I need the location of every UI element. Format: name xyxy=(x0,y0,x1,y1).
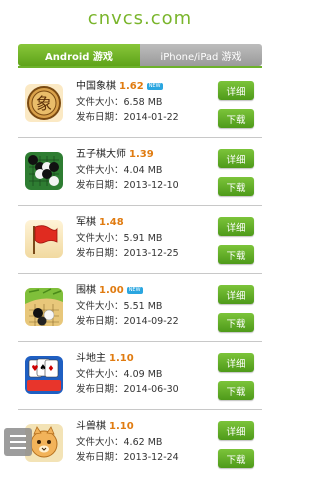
details-button[interactable]: 详细 xyxy=(218,217,254,236)
menu-line xyxy=(10,441,26,443)
date-label: 发布日期： xyxy=(76,316,124,327)
svg-text:象: 象 xyxy=(36,94,52,113)
release-date: 2014-06-30 xyxy=(123,384,179,395)
app-list: 象 中国象棋 1.62 NEW 文件大小：6.58 MB 发布日期：2014-01-… xyxy=(18,70,262,478)
size-label: 文件大小： xyxy=(76,369,124,380)
app-info: 军棋 1.48 文件大小：5.91 MB 发布日期：2013-12-25 xyxy=(76,216,206,261)
tab-iphone-ipad[interactable]: iPhone/iPad 游戏 xyxy=(140,44,262,66)
list-item: 斗兽棋 1.10 文件大小：4.62 MB 发布日期：2013-12-24 详细 … xyxy=(18,410,262,478)
xiangqi-chess-icon[interactable]: 象 xyxy=(25,84,63,122)
go-stones-icon[interactable] xyxy=(25,288,63,326)
tab-divider xyxy=(18,66,262,68)
platform-tabs: Android 游戏 iPhone/iPad 游戏 xyxy=(18,44,262,66)
size-label: 文件大小： xyxy=(76,437,124,448)
date-label: 发布日期： xyxy=(76,452,124,463)
size-label: 文件大小： xyxy=(76,97,124,108)
date-label: 发布日期： xyxy=(76,180,124,191)
app-version: 1.39 xyxy=(129,149,154,160)
list-item: 军棋 1.48 文件大小：5.91 MB 发布日期：2013-12-25 详细 下… xyxy=(18,206,262,274)
app-info: 五子棋大师 1.39 文件大小：4.04 MB 发布日期：2013-12-10 xyxy=(76,148,206,193)
list-item: ♥ ♠ ♦ 斗地主 1.10 文件大小：4.09 MB 发布日期：2014-06-… xyxy=(18,342,262,410)
download-button[interactable]: 下载 xyxy=(218,109,254,128)
app-name[interactable]: 五子棋大师 xyxy=(76,149,126,160)
app-name[interactable]: 斗地主 xyxy=(76,353,106,364)
app-info: 斗兽棋 1.10 文件大小：4.62 MB 发布日期：2013-12-24 xyxy=(76,420,206,465)
list-item: 象 中国象棋 1.62 NEW 文件大小：6.58 MB 发布日期：2014-01-… xyxy=(18,70,262,138)
details-button[interactable]: 详细 xyxy=(218,421,254,440)
size-label: 文件大小： xyxy=(76,301,124,312)
app-version: 1.48 xyxy=(99,217,124,228)
release-date: 2013-12-25 xyxy=(123,248,179,259)
size-label: 文件大小： xyxy=(76,165,124,176)
list-item: 围棋 1.00 NEW 文件大小：5.51 MB 发布日期：2014-09-22 详… xyxy=(18,274,262,342)
tab-android[interactable]: Android 游戏 xyxy=(18,44,140,66)
site-title[interactable]: cnvcs.com xyxy=(0,8,280,29)
menu-line xyxy=(10,435,26,437)
gomoku-board-icon[interactable] xyxy=(25,152,63,190)
playing-cards-icon[interactable]: ♥ ♠ ♦ xyxy=(25,356,63,394)
app-info: 中国象棋 1.62 NEW 文件大小：6.58 MB 发布日期：2014-01-22 xyxy=(76,80,206,125)
details-button[interactable]: 详细 xyxy=(218,81,254,100)
file-size: 5.91 MB xyxy=(123,233,163,244)
release-date: 2014-09-22 xyxy=(123,316,179,327)
release-date: 2013-12-24 xyxy=(123,452,179,463)
file-size: 6.58 MB xyxy=(123,97,163,108)
download-button[interactable]: 下载 xyxy=(218,313,254,332)
app-name[interactable]: 中国象棋 xyxy=(76,81,116,92)
download-button[interactable]: 下载 xyxy=(218,177,254,196)
download-button[interactable]: 下载 xyxy=(218,449,254,468)
date-label: 发布日期： xyxy=(76,384,124,395)
date-label: 发布日期： xyxy=(76,248,124,259)
release-date: 2013-12-10 xyxy=(123,180,179,191)
file-size: 4.04 MB xyxy=(123,165,163,176)
app-version: 1.10 xyxy=(109,421,134,432)
svg-text:♠: ♠ xyxy=(39,363,46,372)
download-button[interactable]: 下载 xyxy=(218,381,254,400)
app-list-page: cnvcs.com Android 游戏 iPhone/iPad 游戏 象 中国… xyxy=(0,0,280,482)
svg-text:♥: ♥ xyxy=(31,364,38,373)
app-version: 1.62 xyxy=(119,81,144,92)
app-name[interactable]: 斗兽棋 xyxy=(76,421,106,432)
menu-line xyxy=(10,447,26,449)
app-info: 斗地主 1.10 文件大小：4.09 MB 发布日期：2014-06-30 xyxy=(76,352,206,397)
app-version: 1.10 xyxy=(109,353,134,364)
red-flag-icon[interactable] xyxy=(25,220,63,258)
details-button[interactable]: 详细 xyxy=(218,149,254,168)
menu-icon[interactable] xyxy=(4,428,32,456)
file-size: 5.51 MB xyxy=(123,301,163,312)
details-button[interactable]: 详细 xyxy=(218,285,254,304)
size-label: 文件大小： xyxy=(76,233,124,244)
new-badge: NEW xyxy=(146,83,163,90)
app-info: 围棋 1.00 NEW 文件大小：5.51 MB 发布日期：2014-09-22 xyxy=(76,284,206,329)
details-button[interactable]: 详细 xyxy=(218,353,254,372)
download-button[interactable]: 下载 xyxy=(218,245,254,264)
new-badge: NEW xyxy=(126,287,143,294)
svg-text:♦: ♦ xyxy=(47,364,54,373)
list-item: 五子棋大师 1.39 文件大小：4.04 MB 发布日期：2013-12-10 详… xyxy=(18,138,262,206)
file-size: 4.09 MB xyxy=(123,369,163,380)
app-version: 1.00 xyxy=(99,285,124,296)
file-size: 4.62 MB xyxy=(123,437,163,448)
date-label: 发布日期： xyxy=(76,112,124,123)
app-name[interactable]: 军棋 xyxy=(76,217,96,228)
app-name[interactable]: 围棋 xyxy=(76,285,96,296)
release-date: 2014-01-22 xyxy=(123,112,179,123)
